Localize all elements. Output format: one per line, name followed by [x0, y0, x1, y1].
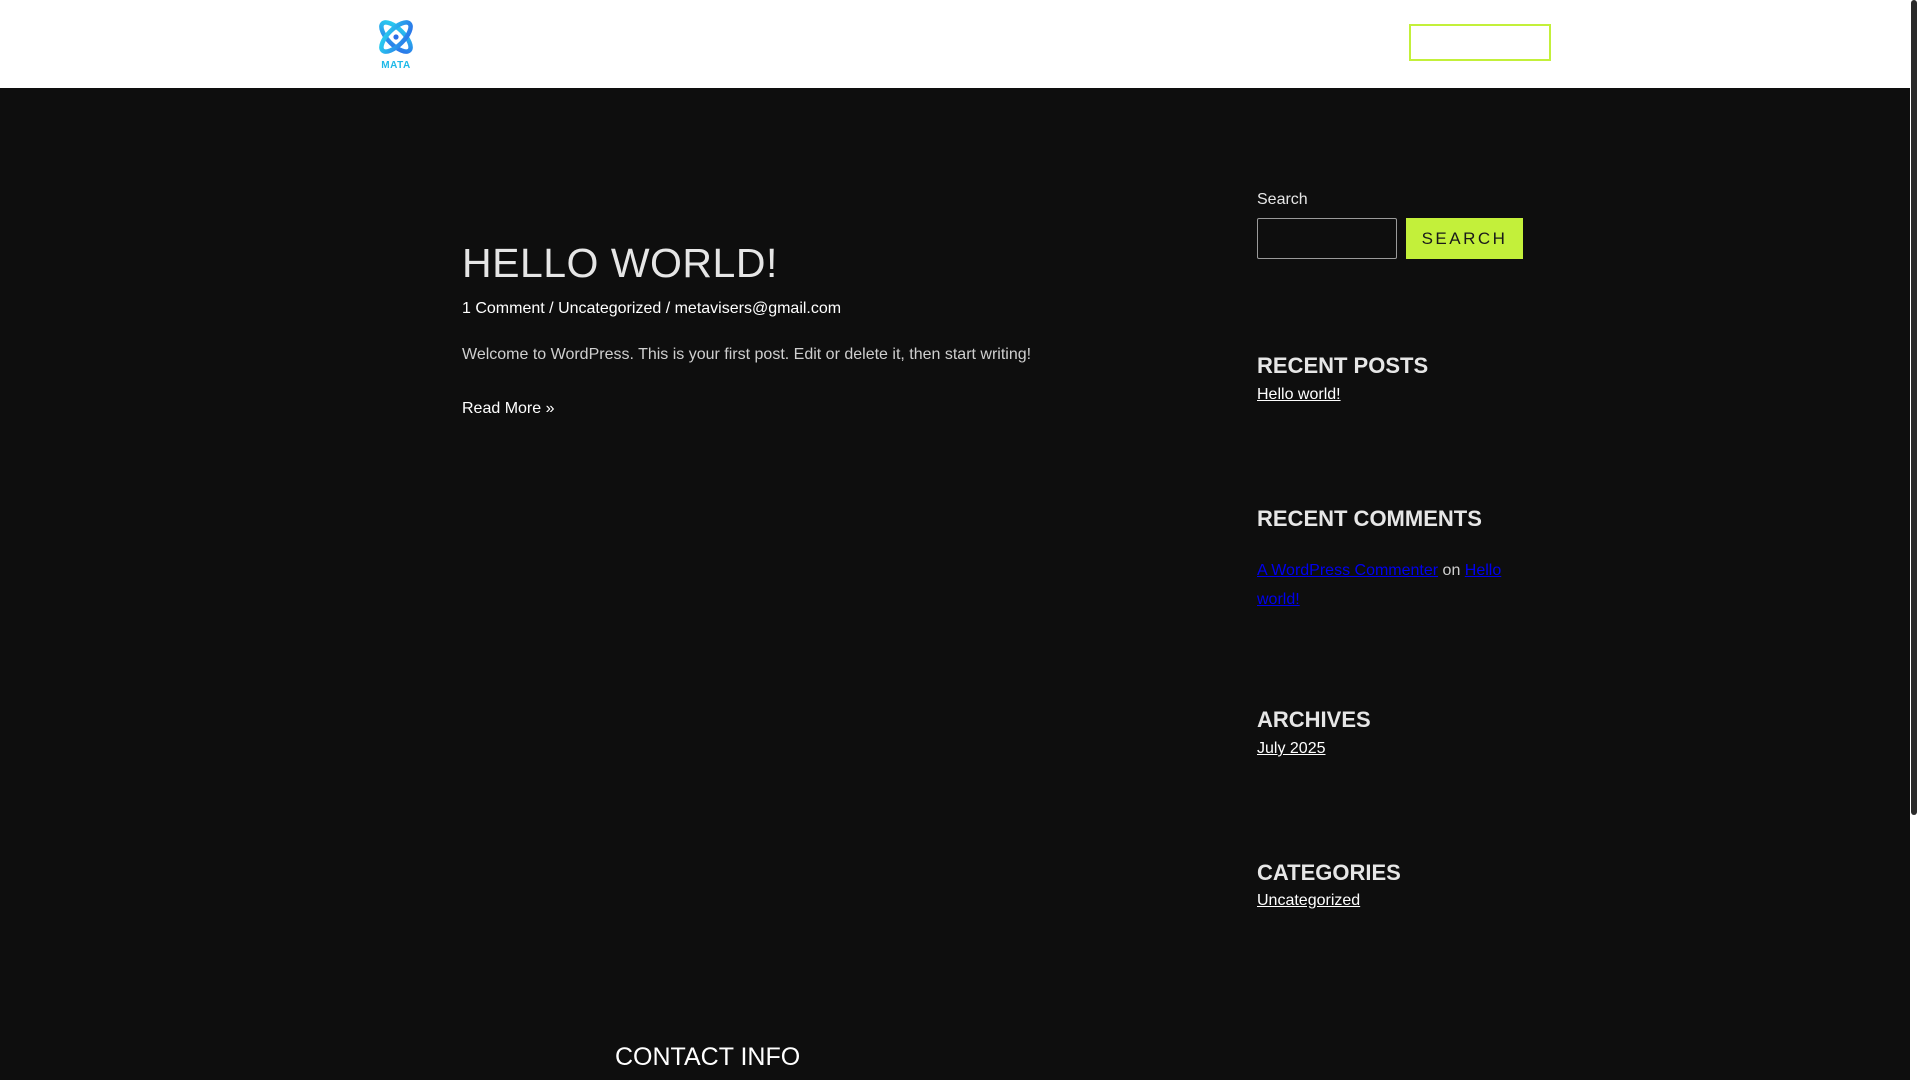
- post-category-link[interactable]: Uncategorized: [558, 300, 661, 317]
- atom-logo-icon: [379, 20, 413, 54]
- search-button[interactable]: SEARCH: [1406, 218, 1523, 259]
- comment-post-title-line2: world!: [1257, 591, 1300, 608]
- site-header: MATA: [0, 0, 1910, 88]
- post-excerpt: Welcome to WordPress. This is your first…: [462, 346, 1032, 363]
- header-cta-button[interactable]: [1409, 24, 1551, 61]
- recent-posts-title: RECENT POSTS: [1257, 353, 1429, 378]
- meta-separator: /: [665, 300, 671, 317]
- archives-title: ARCHIVES: [1257, 707, 1371, 732]
- contact-info-title: CONTACT INFO: [615, 1043, 801, 1071]
- post-comments-link[interactable]: 1 Comment: [462, 300, 545, 317]
- post-meta: 1 Comment / Uncategorized / metavisers@g…: [462, 300, 841, 318]
- categories-title: CATEGORIES: [1257, 860, 1401, 885]
- logo-text: MATA: [381, 60, 411, 71]
- post-title[interactable]: HELLO WORLD!: [462, 240, 778, 287]
- comment-post-title-line1: Hello: [1464, 562, 1502, 579]
- meta-separator: /: [549, 300, 554, 317]
- recent-post-link[interactable]: Hello world!: [1257, 386, 1341, 404]
- post-author-link[interactable]: metavisers@gmail.com: [675, 300, 842, 317]
- search-input[interactable]: [1257, 218, 1397, 259]
- search-label: Search: [1257, 191, 1308, 208]
- site-logo[interactable]: MATA: [374, 14, 418, 74]
- commenter-link[interactable]: A WordPress Commenter: [1257, 562, 1438, 579]
- category-link[interactable]: Uncategorized: [1257, 892, 1360, 910]
- recent-comment-entry: A WordPress Commenter on Hello world!: [1257, 556, 1527, 614]
- read-more-link[interactable]: Read More »: [462, 400, 555, 418]
- scrollbar-thumb[interactable]: [1911, 0, 1917, 815]
- archive-link[interactable]: July 2025: [1257, 740, 1326, 758]
- recent-comments-title: RECENT COMMENTS: [1257, 506, 1482, 531]
- comment-on-text: on: [1442, 562, 1461, 579]
